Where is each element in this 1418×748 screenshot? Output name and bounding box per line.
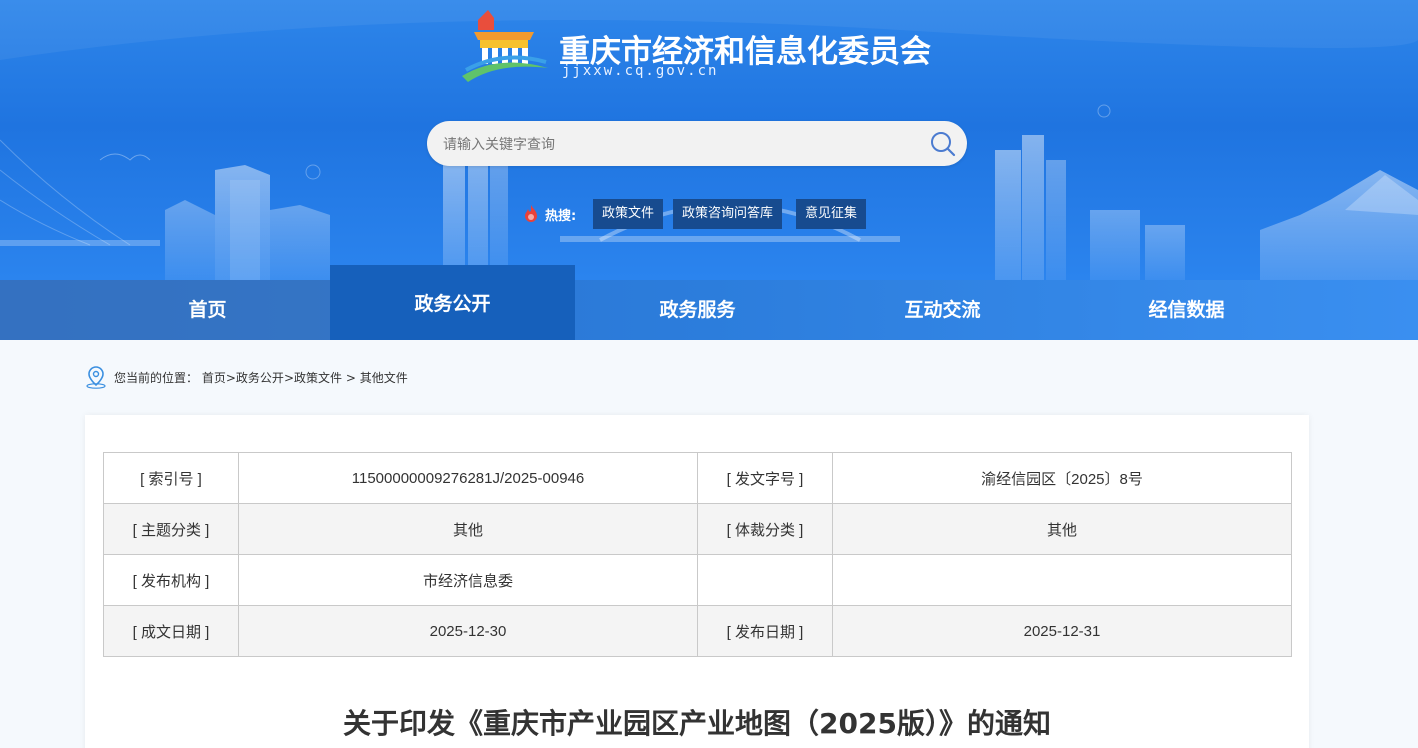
hot-tag-policy-qa[interactable]: 政策咨询问答库 [673, 199, 783, 229]
meta-value-empty [832, 554, 1292, 606]
meta-value-publish-date: 2025-12-31 [832, 605, 1292, 657]
breadcrumb-prefix: 您当前的位置： [114, 371, 199, 385]
search-bar [427, 121, 967, 166]
search-icon[interactable] [929, 130, 957, 158]
site-domain: jjxxw.cq.gov.cn [562, 63, 719, 79]
meta-value-index-number: 11500000009276281J/2025-00946 [238, 452, 698, 504]
site-logo[interactable]: 重庆市经济和信息化委员会 jjxxw.cq.gov.cn [458, 10, 958, 82]
hot-tag-opinion-collection[interactable]: 意见征集 [796, 199, 867, 229]
nav-item-interaction[interactable]: 互动交流 [820, 280, 1065, 340]
meta-key-document-number: [ 发文字号 ] [697, 452, 833, 504]
great-hall-emblem-icon [462, 10, 548, 82]
meta-value-written-date: 2025-12-30 [238, 605, 698, 657]
meta-key-publish-date: [ 发布日期 ] [697, 605, 833, 657]
breadcrumb-link-home[interactable]: 首页 [202, 371, 226, 385]
meta-value-genre-category: 其他 [832, 503, 1292, 555]
meta-key-empty [697, 554, 833, 606]
meta-key-genre-category: [ 体裁分类 ] [697, 503, 833, 555]
breadcrumb-text: 您当前的位置： 首页>政务公开>政策文件 > 其他文件 [114, 369, 408, 386]
meta-value-subject-category: 其他 [238, 503, 698, 555]
nav-item-data[interactable]: 经信数据 [1064, 280, 1309, 340]
table-row: [ 发布机构 ] 市经济信息委 [103, 554, 1292, 606]
meta-value-document-number: 渝经信园区〔2025〕8号 [832, 452, 1292, 504]
breadcrumb-link-government-affairs[interactable]: 政务公开 [236, 371, 284, 385]
document-card: [ 索引号 ] 11500000009276281J/2025-00946 [ … [85, 415, 1309, 748]
meta-key-issuing-agency: [ 发布机构 ] [103, 554, 239, 606]
breadcrumb-separator: > [283, 371, 294, 385]
meta-key-index-number: [ 索引号 ] [103, 452, 239, 504]
location-pin-icon [86, 366, 106, 389]
hot-search-label: 热搜: [545, 209, 577, 224]
table-row: [ 成文日期 ] 2025-12-30 [ 发布日期 ] 2025-12-31 [103, 605, 1292, 657]
search-input[interactable] [443, 121, 923, 166]
main-nav: 首页 政务公开 政务服务 互动交流 经信数据 [0, 265, 1418, 340]
table-row: [ 索引号 ] 11500000009276281J/2025-00946 [ … [103, 452, 1292, 504]
breadcrumb-link-other-files[interactable]: 其他文件 [360, 371, 408, 385]
breadcrumb-link-policy-files[interactable]: 政策文件 [294, 371, 342, 385]
site-header: 重庆市经济和信息化委员会 jjxxw.cq.gov.cn 热搜: 政策文件 政策… [0, 0, 1418, 280]
hot-tag-policy-files[interactable]: 政策文件 [593, 199, 664, 229]
meta-key-subject-category: [ 主题分类 ] [103, 503, 239, 555]
document-metadata-table: [ 索引号 ] 11500000009276281J/2025-00946 [ … [103, 452, 1292, 657]
meta-value-issuing-agency: 市经济信息委 [238, 554, 698, 606]
document-title: 关于印发《重庆市产业园区产业地图（2025版）》的通知 [343, 707, 1051, 740]
meta-key-written-date: [ 成文日期 ] [103, 605, 239, 657]
breadcrumb-separator: > [225, 371, 236, 385]
table-row: [ 主题分类 ] 其他 [ 体裁分类 ] 其他 [103, 503, 1292, 555]
nav-item-government-services[interactable]: 政务服务 [575, 280, 820, 340]
nav-item-government-affairs-disclosure[interactable]: 政务公开 [330, 265, 575, 340]
flame-icon [525, 205, 537, 222]
nav-item-home[interactable]: 首页 [85, 280, 330, 340]
breadcrumb-separator: > [342, 371, 360, 385]
